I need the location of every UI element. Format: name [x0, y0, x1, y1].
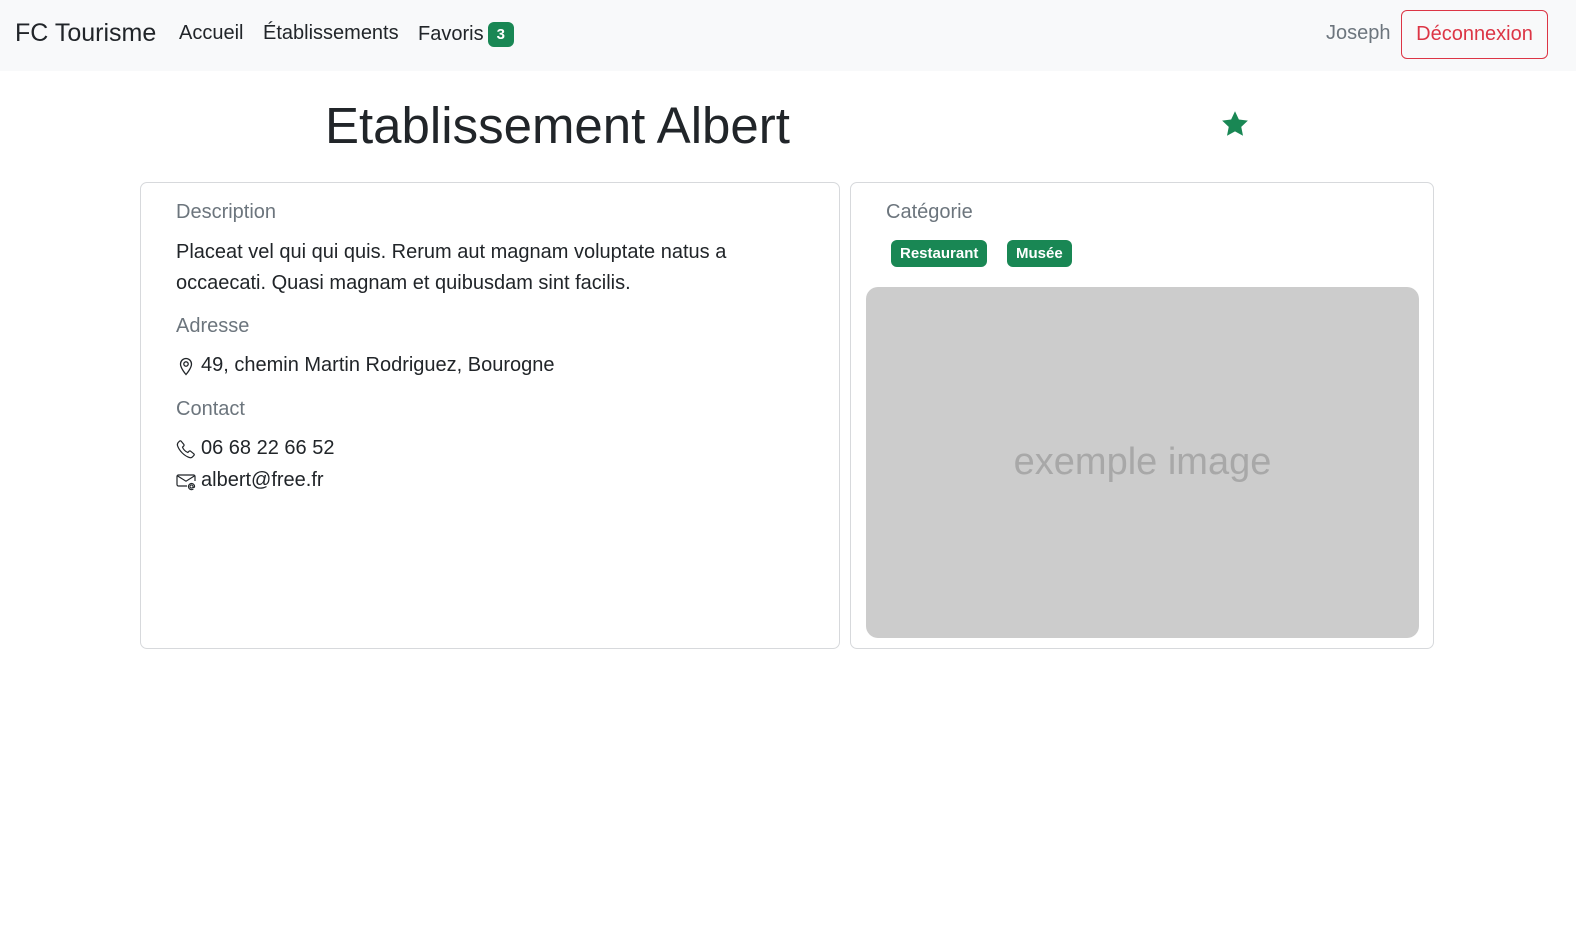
- user-name: Joseph: [1326, 22, 1391, 44]
- logout-button[interactable]: Déconnexion: [1401, 10, 1548, 59]
- address-line: 49, chemin Martin Rodriguez, Bourogne: [176, 354, 555, 377]
- page-title: Etablissement Albert: [325, 97, 790, 154]
- geo-pin-icon: [179, 357, 193, 375]
- phone-icon: [176, 439, 195, 458]
- star-filled-icon[interactable]: [1220, 109, 1250, 139]
- email-text: albert@free.fr: [201, 469, 324, 491]
- description-label: Description: [176, 201, 277, 223]
- category-card: Catégorie Restaurant Musée exemple image: [850, 182, 1434, 649]
- category-badge-musee: Musée: [1007, 240, 1072, 267]
- navbar: FC Tourisme Accueil Établissements Favor…: [0, 0, 1576, 71]
- category-badge-restaurant: Restaurant: [891, 240, 988, 267]
- category-label: Catégorie: [886, 201, 973, 223]
- nav-link-favoris-label: Favoris: [418, 23, 484, 45]
- nav-link-etablissements[interactable]: Établissements: [263, 22, 399, 45]
- phone-text: 06 68 22 66 52: [201, 437, 335, 459]
- brand-link[interactable]: FC Tourisme: [15, 19, 156, 48]
- nav-link-favoris[interactable]: Favoris 3: [418, 22, 514, 47]
- description-text: Placeat vel qui qui quis. Rerum aut magn…: [176, 241, 727, 294]
- address-text: 49, chemin Martin Rodriguez, Bourogne: [201, 354, 555, 376]
- details-card: Description Placeat vel qui qui quis. Re…: [140, 182, 840, 649]
- favorites-count-badge: 3: [487, 22, 514, 47]
- envelope-at-icon: [176, 473, 196, 490]
- email-line: albert@free.fr: [176, 469, 324, 492]
- contact-label: Contact: [176, 398, 245, 420]
- address-label: Adresse: [176, 315, 250, 337]
- phone-line: 06 68 22 66 52: [176, 437, 334, 460]
- nav-link-accueil[interactable]: Accueil: [179, 22, 243, 45]
- establishment-image: exemple image: [866, 287, 1419, 638]
- image-placeholder-text: exemple image: [1013, 441, 1272, 483]
